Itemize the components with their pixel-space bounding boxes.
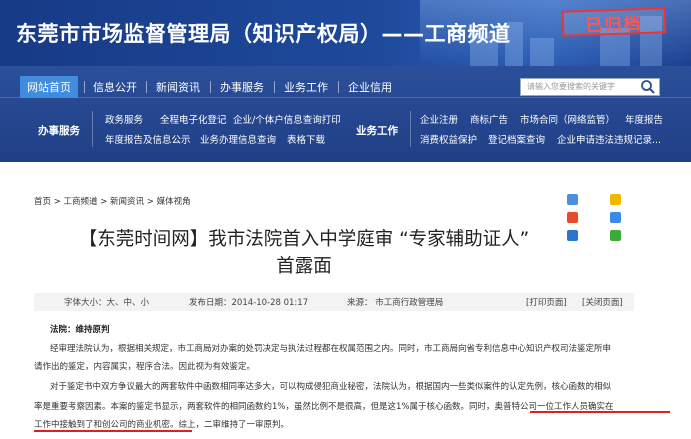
article-title: 【东莞时间网】我市法院首入中学庭审 “专家辅助证人” 首露面 — [34, 226, 574, 280]
link-violation-records[interactable]: 企业申请违法违规记录... — [557, 132, 661, 146]
divider — [92, 111, 93, 147]
share-qzone-icon[interactable] — [610, 212, 621, 223]
link-archive-query[interactable]: 登记档案查询 — [488, 132, 545, 146]
share-weibo-icon[interactable] — [567, 212, 578, 223]
search-icon[interactable] — [640, 79, 656, 95]
tab-business-work[interactable]: 业务工作 — [280, 76, 332, 98]
article-panel: 首页 > 工商频道 > 新闻资讯 > 媒体视角 【东莞时间网】我市法院首入中学庭… — [22, 180, 670, 439]
share-star-icon[interactable] — [610, 194, 621, 205]
article-line: 对于鉴定书中双方争议最大的两套软件中函数相同率达多大，可以构成侵犯商业秘密，法院… — [50, 382, 612, 392]
services-group-label: 办事服务 — [38, 125, 80, 137]
link-annual-report[interactable]: 年度报告及信息公示 — [105, 132, 191, 146]
link-trademark-ads[interactable]: 商标广告 — [470, 112, 508, 126]
business-group-label: 业务工作 — [356, 125, 398, 137]
print-page-link[interactable]: [打印页面] — [526, 296, 567, 308]
link-annual-report-2[interactable]: 年度报告 — [625, 112, 663, 126]
main-navigation: 网站首页 信息公开 新闻资讯 办事服务 业务工作 企业信用 请输入您要搜索的关键… — [0, 66, 691, 162]
highlight-underline — [530, 411, 670, 413]
article-title-line: 【东莞时间网】我市法院首入中学庭审 “专家辅助证人” — [78, 229, 530, 250]
nav-separator — [210, 81, 211, 93]
article-info-bar: 字体大小：大、中、小 发布日期：2014-10-28 01:17 来源： 市工商… — [34, 293, 634, 311]
link-consumer-rights[interactable]: 消费权益保护 — [420, 132, 477, 146]
nav-separator — [84, 81, 85, 93]
publish-date: 发布日期：2014-10-28 01:17 — [189, 298, 309, 308]
site-title: 东莞市市场监督管理局（知识产权局）——工商频道 — [16, 22, 511, 46]
breadcrumb: 首页 > 工商频道 > 新闻资讯 > 媒体视角 — [34, 197, 191, 207]
article-line: 经审理法院认为，根据相关规定，市工商局对办案的处罚决定与执法过程都在权属范围之内… — [50, 344, 612, 354]
tab-enterprise-credit[interactable]: 企业信用 — [344, 76, 396, 98]
link-market-contract[interactable]: 市场合同（网络监管） — [520, 112, 615, 126]
highlight-underline — [34, 430, 192, 432]
link-form-download[interactable]: 表格下载 — [287, 132, 325, 146]
share-plus-icon[interactable] — [567, 194, 578, 205]
banner-building — [530, 38, 554, 66]
search-input[interactable]: 请输入您要搜索的关键字 — [520, 78, 660, 96]
tab-info-public[interactable]: 信息公开 — [90, 76, 140, 98]
archived-stamp: 已归档 — [561, 7, 667, 37]
nav-separator — [146, 81, 147, 93]
link-business-query[interactable]: 业务办理信息查询 — [200, 132, 276, 146]
article-title-line: 首露面 — [276, 256, 332, 277]
link-e-registration[interactable]: 全程电子化登记 — [160, 112, 227, 126]
link-enterprise-registration[interactable]: 企业注册 — [420, 112, 458, 126]
divider — [410, 111, 411, 147]
link-government-services[interactable]: 政务服务 — [105, 112, 143, 126]
close-page-link[interactable]: [关闭页面] — [582, 296, 623, 308]
nav-separator — [274, 81, 275, 93]
tab-home[interactable]: 网站首页 — [20, 76, 78, 98]
article-line: 请作出的鉴定，内容属实，程序合法。因此视为有效鉴定。 — [34, 362, 256, 372]
article-line: 工作中接触到了和创公司的商业机密。综上，二审维持了一审原判。 — [34, 420, 290, 430]
paragraph-heading: 法院：维持原判 — [50, 325, 110, 335]
tab-news[interactable]: 新闻资讯 — [152, 76, 204, 98]
share-wechat-icon[interactable] — [610, 230, 621, 241]
nav-separator — [338, 81, 339, 93]
font-size-selector[interactable]: 字体大小：大、中、小 — [64, 296, 149, 308]
site-banner: 东莞市市场监督管理局（知识产权局）——工商频道 已归档 — [0, 0, 691, 66]
tab-services[interactable]: 办事服务 — [216, 76, 268, 98]
article-source: 来源： 市工商行政管理局 — [347, 298, 444, 308]
link-enterprise-query-print[interactable]: 企业/个体户信息查询打印 — [233, 112, 341, 126]
article-line: 率是重要考察因素。本案的鉴定书显示，两套软件的相同函数约1%，虽然比例不是很高，… — [34, 402, 614, 412]
